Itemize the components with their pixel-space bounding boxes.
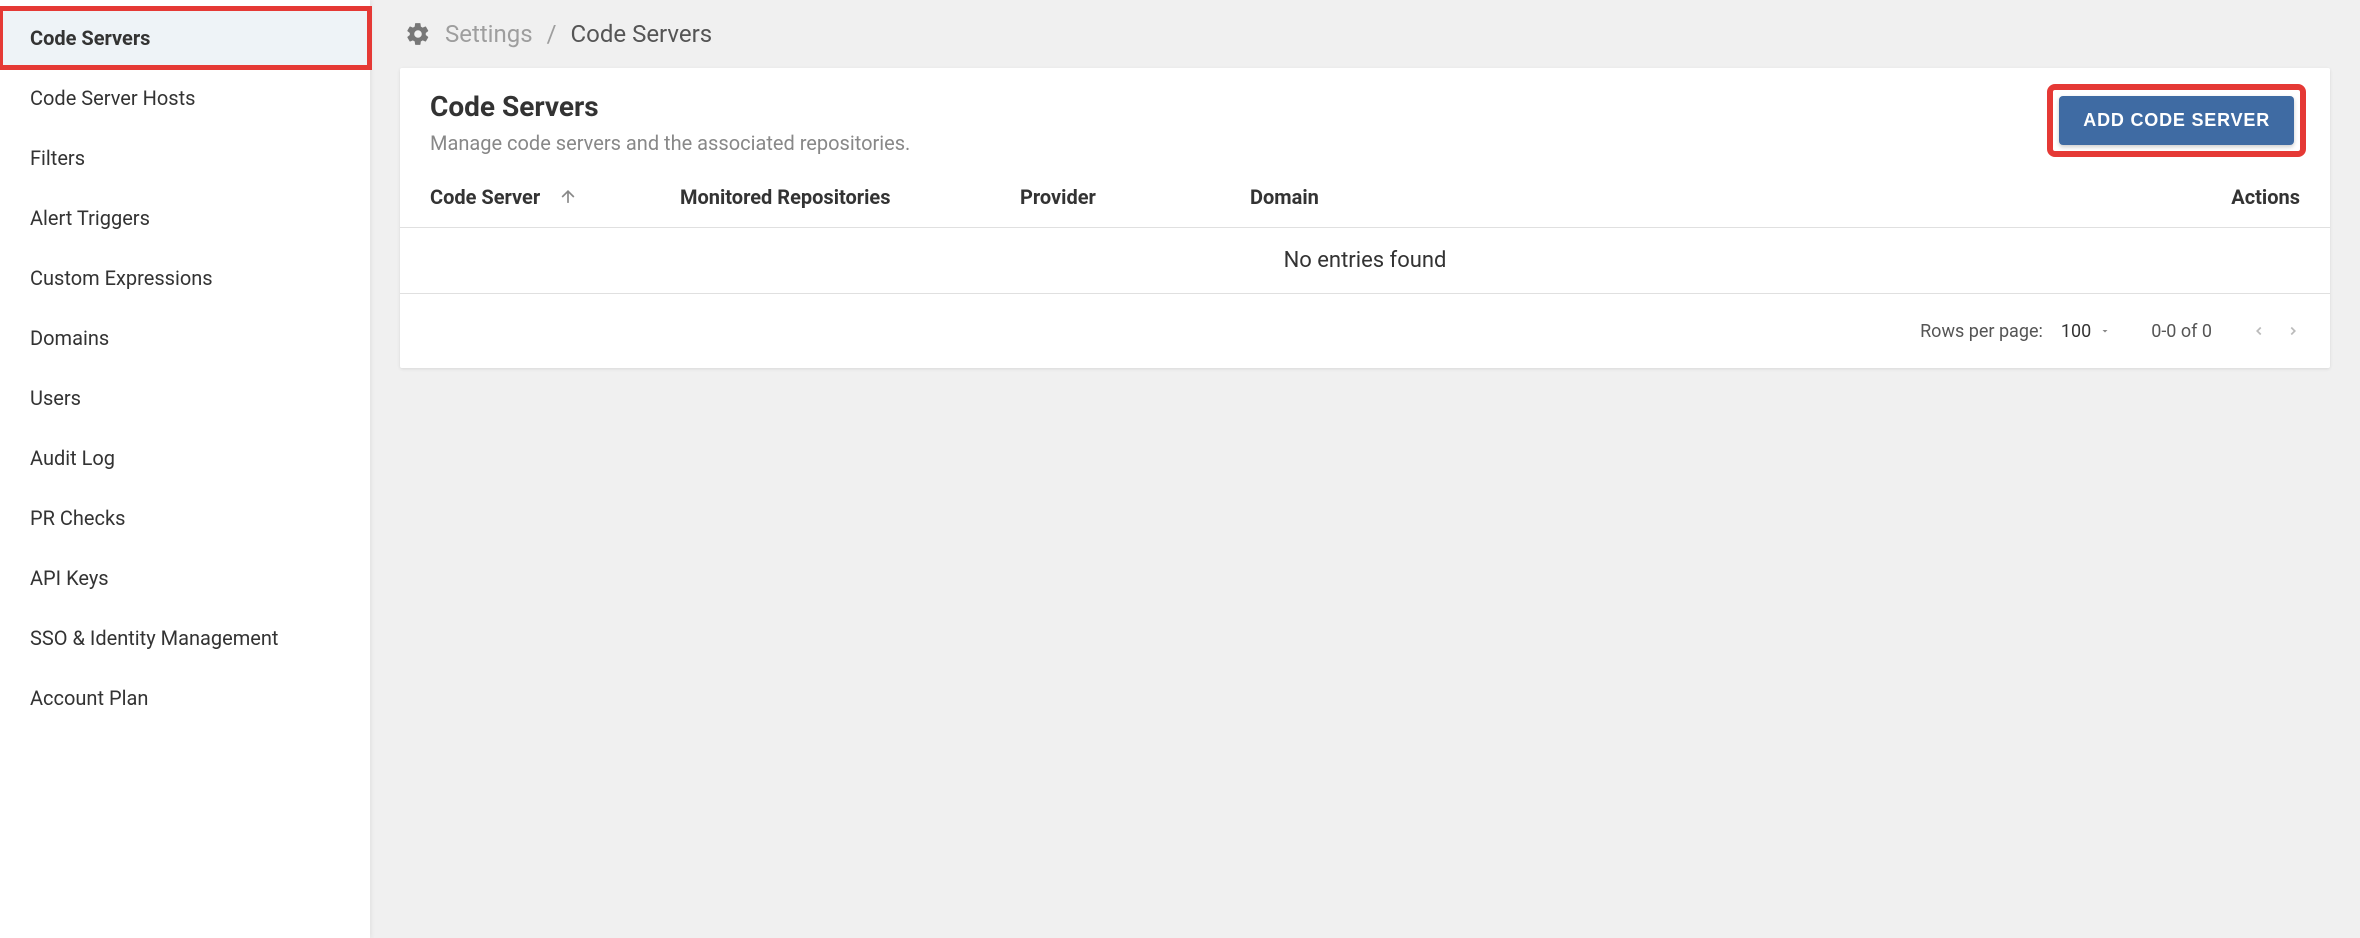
sidebar-item-label: Alert Triggers [30,206,150,230]
sidebar-item-pr-checks[interactable]: PR Checks [0,488,370,548]
sidebar-item-audit-log[interactable]: Audit Log [0,428,370,488]
breadcrumb: Settings / Code Servers [405,20,2330,48]
table-empty-message: No entries found [400,228,2330,294]
breadcrumb-separator: / [547,20,557,48]
settings-sidebar: Code Servers Code Server Hosts Filters A… [0,0,370,938]
column-header-label: Code Server [430,185,540,209]
sidebar-item-label: API Keys [30,566,109,590]
sidebar-item-domains[interactable]: Domains [0,308,370,368]
sidebar-item-label: Code Server Hosts [30,86,195,110]
column-header-domain[interactable]: Domain [1250,185,1530,209]
sidebar-item-filters[interactable]: Filters [0,128,370,188]
breadcrumb-root[interactable]: Settings [445,20,533,48]
pagination-next-button[interactable] [2286,320,2300,342]
card-header: Code Servers Manage code servers and the… [400,68,2330,175]
sidebar-item-label: Code Servers [30,26,150,50]
column-header-label: Domain [1250,185,1319,209]
sidebar-item-alert-triggers[interactable]: Alert Triggers [0,188,370,248]
sidebar-item-label: Account Plan [30,686,148,710]
sidebar-item-code-server-hosts[interactable]: Code Server Hosts [0,68,370,128]
sidebar-item-label: SSO & Identity Management [30,626,278,650]
dropdown-arrow-icon [2099,325,2111,337]
sidebar-item-label: Audit Log [30,446,115,470]
sidebar-item-label: Custom Expressions [30,266,213,290]
table-footer: Rows per page: 100 0-0 of 0 [400,294,2330,368]
sidebar-item-label: Domains [30,326,109,350]
pagination-nav [2252,320,2300,342]
pagination-prev-button[interactable] [2252,320,2266,342]
code-servers-card: Code Servers Manage code servers and the… [400,68,2330,368]
column-header-label: Actions [2231,185,2300,209]
column-header-label: Provider [1020,185,1096,209]
main-content: Settings / Code Servers Code Servers Man… [370,0,2360,938]
add-button-highlight: ADD CODE SERVER [2053,90,2300,151]
column-header-code-server[interactable]: Code Server [430,185,680,209]
sort-ascending-icon [558,187,578,207]
rows-per-page-label: Rows per page: [1920,321,2043,342]
column-header-provider[interactable]: Provider [1020,185,1250,209]
sidebar-item-users[interactable]: Users [0,368,370,428]
page-subtitle: Manage code servers and the associated r… [430,131,910,155]
add-code-server-button[interactable]: ADD CODE SERVER [2059,96,2294,145]
sidebar-item-label: Filters [30,146,85,170]
sidebar-item-code-servers[interactable]: Code Servers [0,8,370,68]
sidebar-item-label: PR Checks [30,506,125,530]
sidebar-item-sso-identity-management[interactable]: SSO & Identity Management [0,608,370,668]
sidebar-item-custom-expressions[interactable]: Custom Expressions [0,248,370,308]
breadcrumb-current: Code Servers [571,20,713,48]
column-header-monitored-repositories[interactable]: Monitored Repositories [680,185,1020,209]
sidebar-item-account-plan[interactable]: Account Plan [0,668,370,728]
rows-per-page-value: 100 [2061,321,2091,342]
table-header-row: Code Server Monitored Repositories Provi… [400,175,2330,228]
column-header-label: Monitored Repositories [680,185,890,209]
gear-icon [405,21,431,47]
rows-per-page-control: Rows per page: 100 [1920,321,2111,342]
page-title: Code Servers [430,90,910,123]
rows-per-page-select[interactable]: 100 [2061,321,2111,342]
pagination-range: 0-0 of 0 [2151,321,2212,342]
sidebar-item-api-keys[interactable]: API Keys [0,548,370,608]
column-header-actions: Actions [1530,185,2300,209]
sidebar-item-label: Users [30,386,81,410]
